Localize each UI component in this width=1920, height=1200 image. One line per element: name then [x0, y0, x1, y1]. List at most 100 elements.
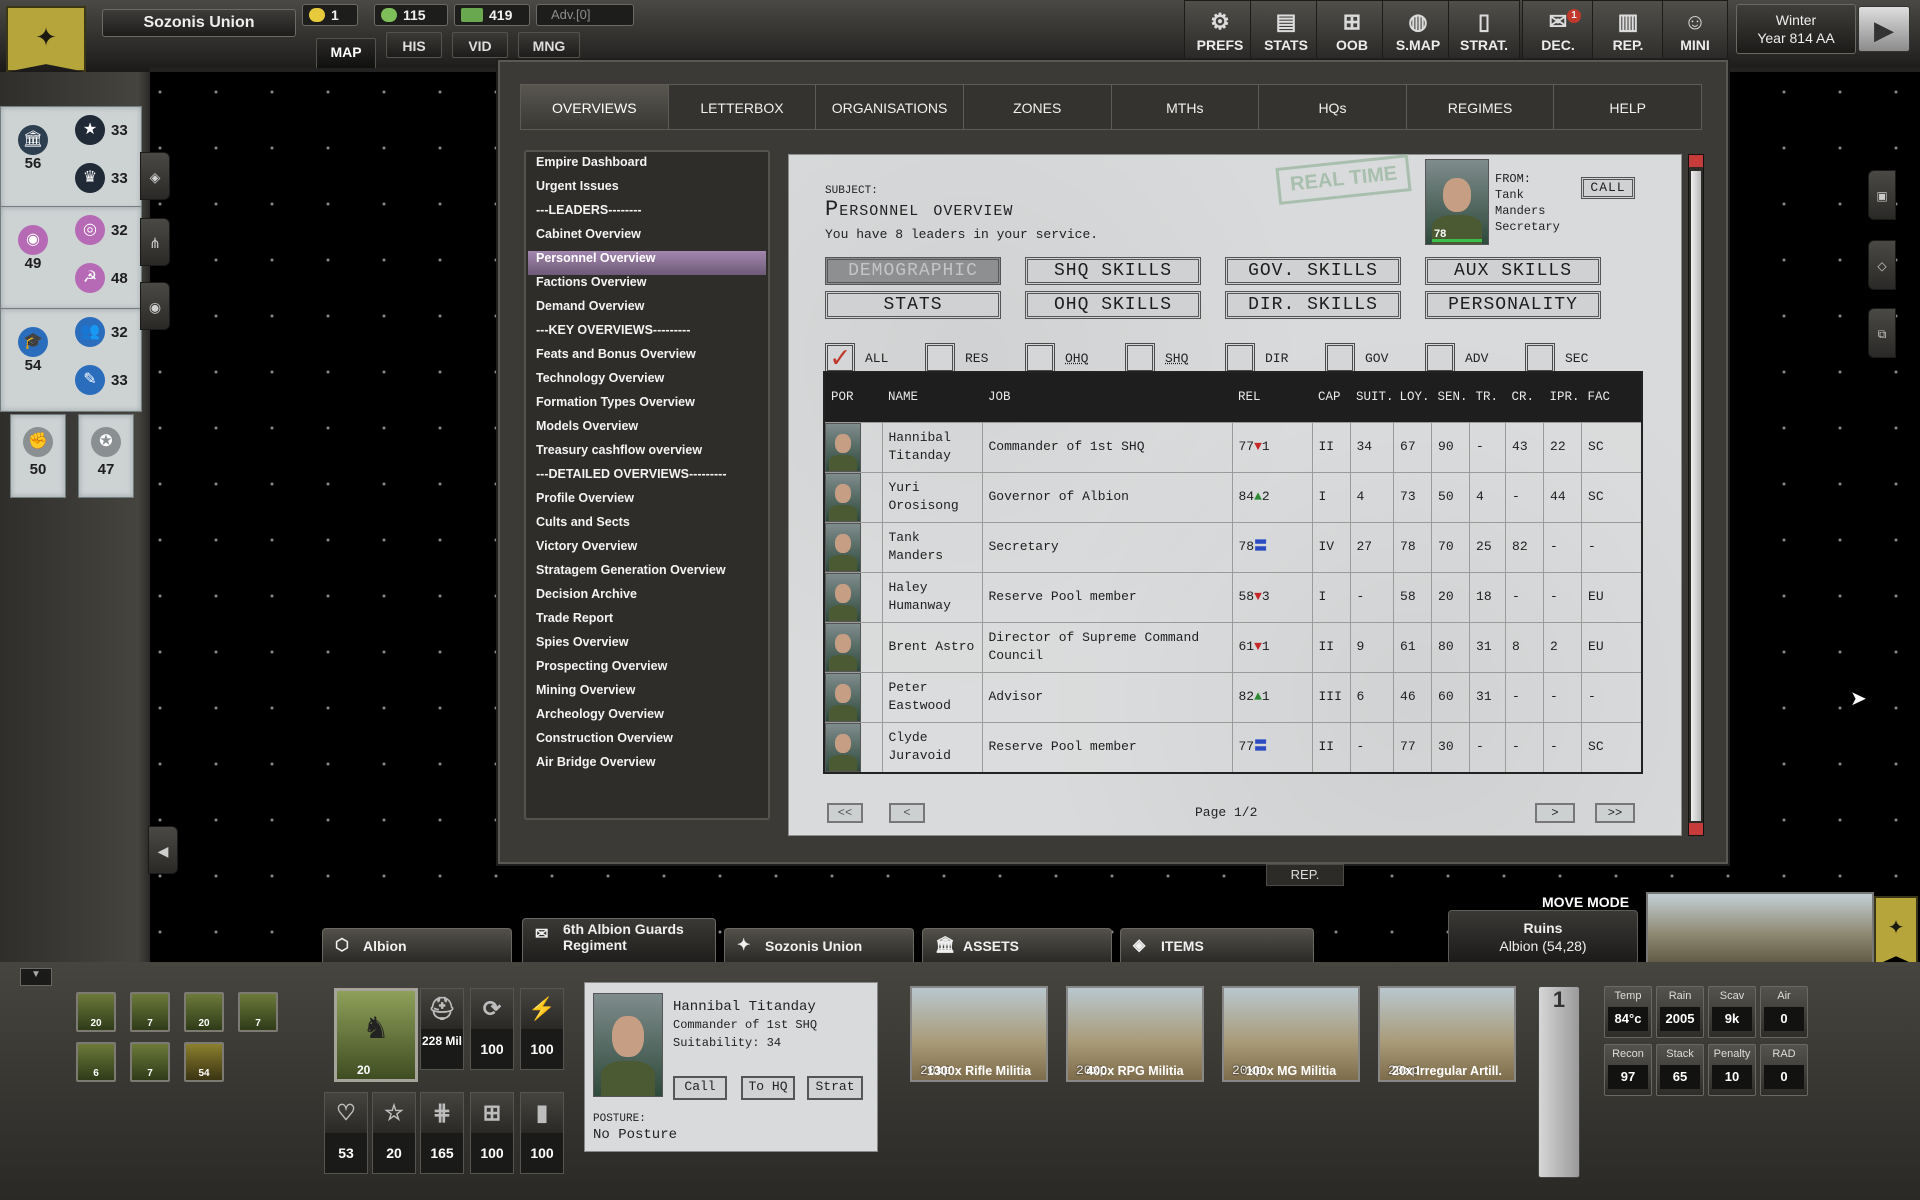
- target-icon[interactable]: ◉: [140, 282, 170, 330]
- stat-group-eye[interactable]: ◉ 49 ◎ 32 ☭ 48: [0, 206, 142, 310]
- unit-mini[interactable]: 6: [76, 1042, 116, 1082]
- location-box[interactable]: Ruins Albion (54,28): [1448, 910, 1638, 964]
- nav-item[interactable]: Prospecting Overview: [528, 659, 766, 683]
- portrait-cell[interactable]: [823, 421, 883, 473]
- col-cap[interactable]: CAP: [1312, 372, 1350, 422]
- cube-icon[interactable]: ◈: [140, 152, 170, 200]
- filter-res[interactable]: RES: [925, 343, 988, 373]
- nav-item[interactable]: Demand Overview: [528, 299, 766, 323]
- name-cell[interactable]: Yuri Orosisong: [881, 471, 983, 523]
- checkbox[interactable]: [925, 343, 955, 373]
- leader-portrait[interactable]: [825, 622, 861, 672]
- mode-vid-button[interactable]: VID: [452, 32, 508, 58]
- filter-adv[interactable]: ADV: [1425, 343, 1488, 373]
- table-row[interactable]: Peter Eastwood Advisor 82▲1 III 6 46 60 31- - -: [823, 671, 1643, 723]
- name-cell[interactable]: Clyde Juravoid: [881, 721, 983, 773]
- leader-portrait[interactable]: [825, 722, 861, 772]
- last-page-button[interactable]: >>: [1595, 803, 1635, 823]
- personality-button[interactable]: PERSONALITY: [1425, 291, 1601, 319]
- nav-item[interactable]: Formation Types Overview: [528, 395, 766, 419]
- stat-star-circle[interactable]: ✪ 47: [78, 414, 134, 498]
- from-portrait[interactable]: 78: [1425, 159, 1489, 245]
- col-fac[interactable]: FAC: [1581, 372, 1642, 422]
- tab-items[interactable]: ◈ ITEMS: [1120, 928, 1314, 962]
- nav-item[interactable]: Factions Overview: [528, 275, 766, 299]
- tab-help[interactable]: HELP: [1554, 85, 1701, 129]
- demographic-button[interactable]: DEMOGRAPHIC: [825, 257, 1001, 285]
- name-cell[interactable]: Peter Eastwood: [881, 671, 983, 723]
- smap-button[interactable]: ◍ S.MAP: [1382, 0, 1454, 60]
- layers-icon[interactable]: ◇: [1868, 240, 1896, 290]
- adv-counter[interactable]: Adv.[0]: [536, 4, 634, 26]
- filter-dir[interactable]: DIR: [1225, 343, 1288, 373]
- next-page-button[interactable]: >: [1535, 803, 1575, 823]
- leader-portrait[interactable]: [825, 572, 861, 622]
- leader-portrait[interactable]: [593, 993, 663, 1097]
- leader-portrait[interactable]: [825, 522, 861, 572]
- mode-mng-button[interactable]: MNG: [518, 32, 580, 58]
- resource-sun[interactable]: 1: [302, 4, 358, 26]
- prefs-button[interactable]: ⚙ PREFS: [1184, 0, 1256, 60]
- nav-item[interactable]: Victory Overview: [528, 539, 766, 563]
- tab-hqs[interactable]: HQs: [1259, 85, 1407, 129]
- panel-icon[interactable]: ▣: [1868, 170, 1896, 220]
- stats-tab-button[interactable]: STATS: [825, 291, 1001, 319]
- nav-item[interactable]: Spies Overview: [528, 635, 766, 659]
- col-name[interactable]: NAME: [882, 372, 982, 422]
- tab-sozonis-union[interactable]: ✦ Sozonis Union: [724, 928, 914, 962]
- nav-item[interactable]: Empire Dashboard: [528, 155, 766, 179]
- unit-mini-hq[interactable]: 54: [184, 1042, 224, 1082]
- flow-icon[interactable]: ⋔: [140, 218, 170, 266]
- checkbox[interactable]: [1125, 343, 1155, 373]
- leader-portrait[interactable]: [825, 672, 861, 722]
- shq-skills-button[interactable]: SHQ SKILLS: [1025, 257, 1201, 285]
- col-job[interactable]: JOB: [982, 372, 1232, 422]
- nav-item[interactable]: Urgent Issues: [528, 179, 766, 203]
- faction-name[interactable]: Sozonis Union: [102, 9, 296, 37]
- chevron-down-icon[interactable]: ▼: [20, 968, 52, 986]
- nav-item[interactable]: Cults and Sects: [528, 515, 766, 539]
- nav-item[interactable]: Treasury cashflow overview: [528, 443, 766, 467]
- checkbox[interactable]: [1225, 343, 1255, 373]
- filter-gov[interactable]: GOV: [1325, 343, 1388, 373]
- col-ipr[interactable]: IPR.: [1543, 372, 1582, 422]
- filter-ohq[interactable]: OHQ: [1025, 343, 1088, 373]
- col-tr[interactable]: TR.: [1469, 372, 1506, 422]
- name-cell[interactable]: Haley Humanway: [881, 571, 983, 623]
- table-row[interactable]: Clyde Juravoid Reserve Pool member 77〓 II -7…: [823, 721, 1643, 773]
- nav-item[interactable]: Mining Overview: [528, 683, 766, 707]
- name-cell[interactable]: Hannibal Titanday: [881, 421, 983, 473]
- eagle-icon[interactable]: ✦: [1874, 896, 1918, 966]
- tab-overviews[interactable]: OVERVIEWS: [521, 85, 669, 129]
- faction-flag[interactable]: ✦: [6, 6, 86, 72]
- nav-item-selected[interactable]: Personnel Overview: [528, 251, 766, 275]
- nav-item[interactable]: Air Bridge Overview: [528, 755, 766, 779]
- checkbox[interactable]: [1325, 343, 1355, 373]
- nav-item[interactable]: Technology Overview: [528, 371, 766, 395]
- end-turn-button[interactable]: ▶: [1858, 6, 1910, 52]
- mini-button[interactable]: ☺ MINI: [1662, 0, 1728, 60]
- portrait-cell[interactable]: [823, 621, 883, 673]
- collapse-left-icon[interactable]: ◀: [148, 826, 178, 874]
- table-row[interactable]: Brent Astro Director of Supreme Command C…: [823, 621, 1643, 673]
- stat-fist[interactable]: ✊ 50: [10, 414, 66, 498]
- leader-portrait[interactable]: [825, 422, 861, 472]
- paper-scrollbar[interactable]: [1688, 154, 1704, 836]
- checkbox[interactable]: [1025, 343, 1055, 373]
- name-cell[interactable]: Tank Manders: [881, 521, 983, 573]
- selected-unit-icon[interactable]: ♞ 20: [334, 988, 418, 1082]
- stat-group-education[interactable]: 🎓 54 👥 32 ✎ 33: [0, 308, 142, 412]
- call-button[interactable]: Call: [673, 1076, 727, 1100]
- resource-fist[interactable]: 115: [374, 4, 448, 26]
- name-cell[interactable]: Brent Astro: [881, 621, 983, 673]
- nav-item[interactable]: Models Overview: [528, 419, 766, 443]
- unit-mini[interactable]: 7: [130, 1042, 170, 1082]
- aux-skills-button[interactable]: AUX SKILLS: [1425, 257, 1601, 285]
- resource-money[interactable]: 419: [454, 4, 530, 26]
- dec-button[interactable]: ✉ DEC. 1: [1522, 0, 1594, 60]
- tab-assets[interactable]: 🏛 ASSETS: [922, 928, 1112, 962]
- strat-button[interactable]: Strat: [807, 1076, 863, 1100]
- col-loy[interactable]: LOY.: [1393, 372, 1432, 422]
- nav-item[interactable]: Decision Archive: [528, 587, 766, 611]
- nav-item[interactable]: Cabinet Overview: [528, 227, 766, 251]
